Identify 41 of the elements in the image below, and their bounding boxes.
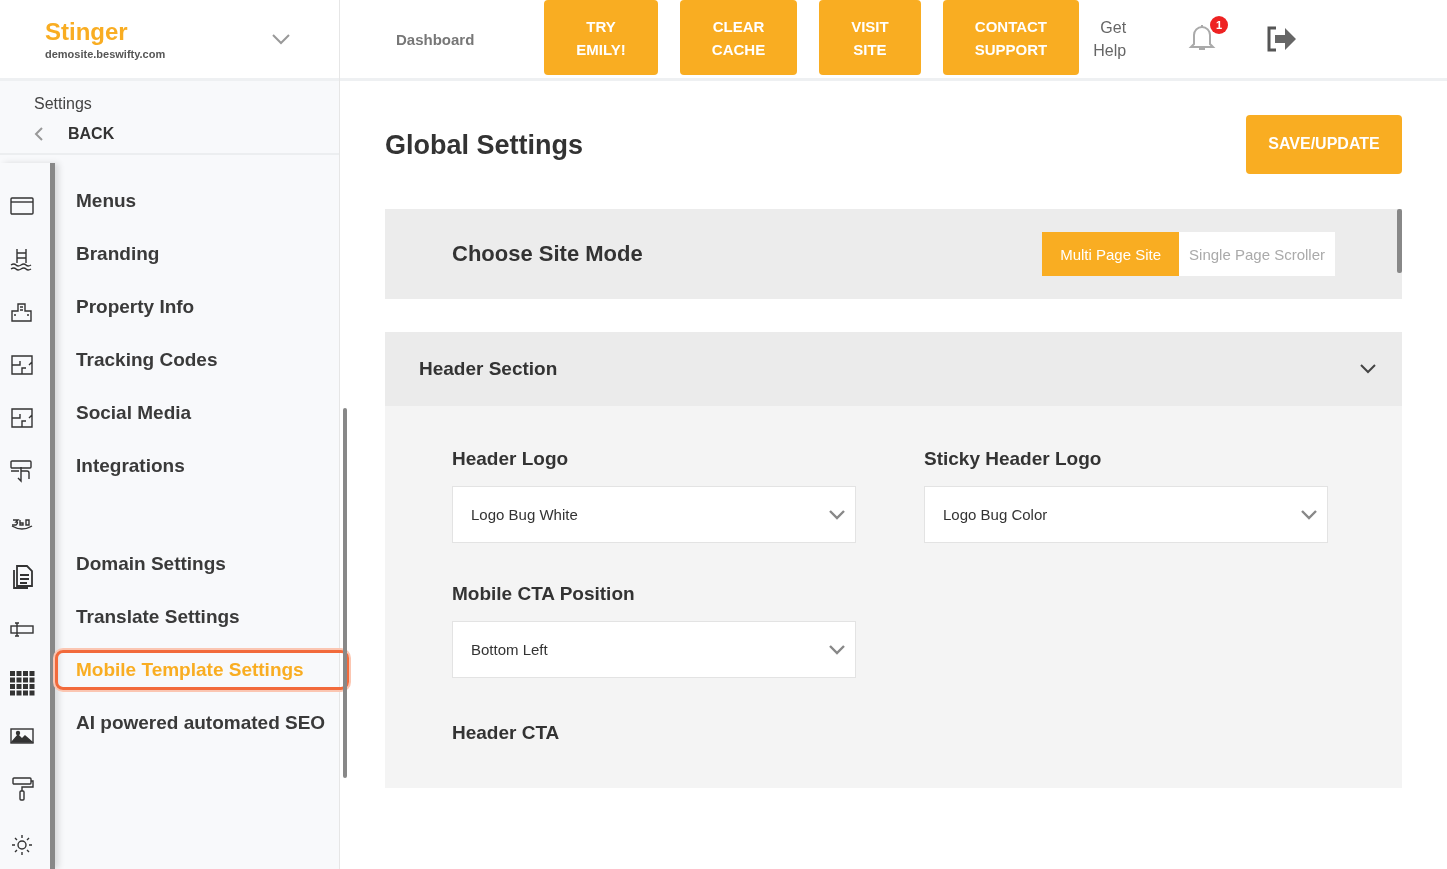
- page-title: Global Settings: [385, 129, 584, 161]
- scrollbar[interactable]: [1397, 209, 1402, 273]
- site-domain: demosite.beswifty.com: [45, 47, 166, 60]
- floorplan-icon[interactable]: [9, 405, 35, 431]
- roller-icon[interactable]: [9, 776, 35, 802]
- field-label: Header Logo: [452, 448, 570, 470]
- menu-item[interactable]: Domain Settings: [55, 544, 349, 584]
- section-header[interactable]: Header Section: [385, 332, 1402, 406]
- grid-icon[interactable]: [9, 670, 35, 696]
- chevron-down-icon[interactable]: [829, 644, 845, 655]
- help-link[interactable]: Get Help: [1093, 16, 1127, 62]
- menu-item[interactable]: Branding: [55, 234, 349, 274]
- section-label: Settings: [34, 95, 93, 113]
- scrollbar[interactable]: [343, 408, 347, 778]
- menu-item[interactable]: Translate Settings: [55, 597, 349, 637]
- logout-icon[interactable]: [1266, 25, 1299, 53]
- panel-title: Choose Site Mode: [452, 241, 643, 267]
- chevron-down-icon[interactable]: [271, 33, 291, 45]
- chevron-left-icon[interactable]: [34, 126, 44, 142]
- menu-item[interactable]: Integrations: [55, 446, 349, 486]
- chevron-icon[interactable]: [1360, 364, 1376, 374]
- menu-item[interactable]: Tracking Codes: [55, 340, 349, 380]
- field-label: Mobile CTA Position: [452, 583, 636, 605]
- section-title: Header Section: [419, 358, 558, 380]
- select-field[interactable]: Logo Bug White: [452, 486, 856, 543]
- back-link[interactable]: BACK: [68, 125, 115, 143]
- bell-icon[interactable]: [1188, 22, 1217, 52]
- subsection-title: Header CTA: [452, 722, 561, 744]
- menu-item[interactable]: Social Media: [55, 393, 349, 433]
- menu-item[interactable]: AI powered automated SEO: [55, 703, 349, 743]
- field-label: Sticky Header Logo: [924, 448, 1103, 470]
- chevron-down-icon[interactable]: [829, 509, 845, 520]
- chevron-down-icon[interactable]: [1301, 509, 1317, 520]
- select-field[interactable]: Bottom Left: [452, 621, 856, 678]
- notification-badge: 1: [1210, 16, 1229, 34]
- menu-item[interactable]: Menus: [55, 181, 349, 221]
- floorplan-icon[interactable]: [9, 352, 35, 378]
- dashboard-link[interactable]: Dashboard: [396, 30, 475, 48]
- brand-name: Stinger: [45, 18, 129, 45]
- select-field[interactable]: Logo Bug Color: [924, 486, 1328, 543]
- menu-item[interactable]: Property Info: [55, 287, 349, 327]
